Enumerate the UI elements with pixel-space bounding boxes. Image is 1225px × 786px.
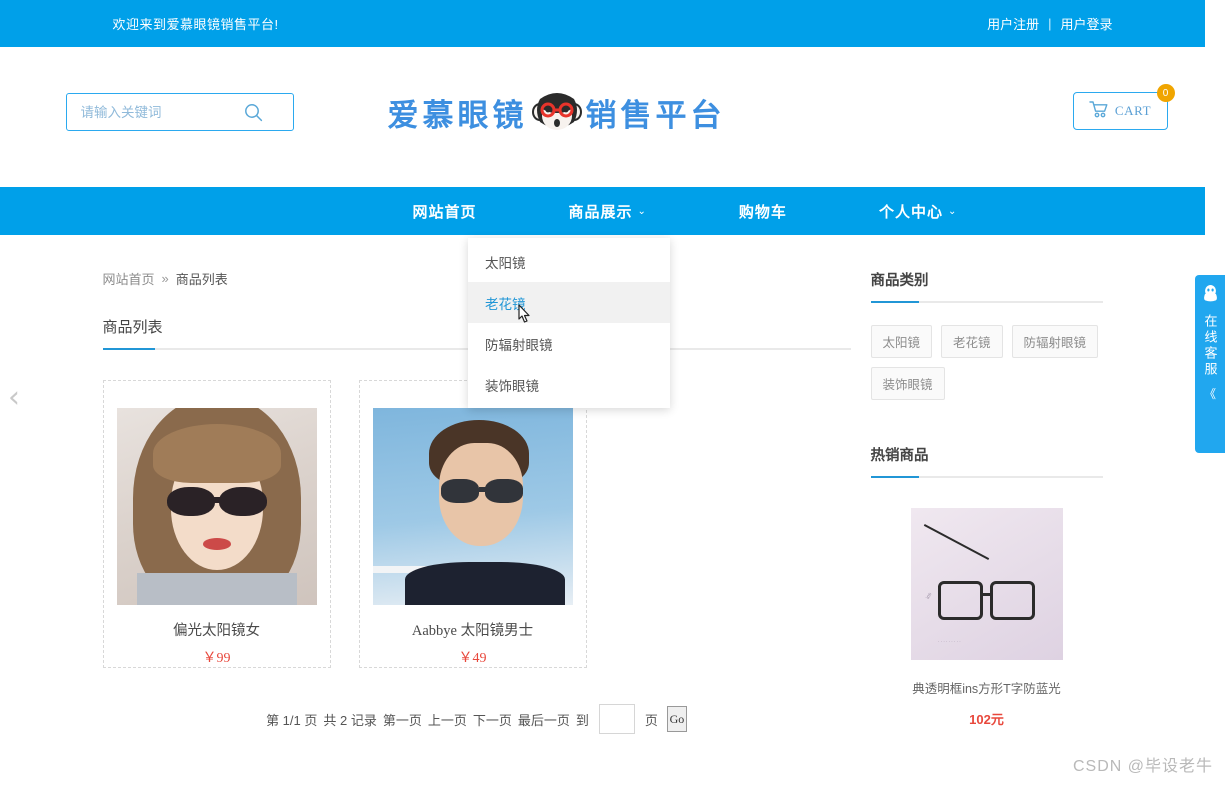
go-button[interactable]: Go	[666, 706, 687, 732]
search-box[interactable]	[65, 93, 294, 131]
site-header: 爱慕眼镜 销售平台	[0, 47, 1225, 187]
category-tag[interactable]: 太阳镜	[870, 325, 933, 358]
watermark: CSDN @毕设老牛	[1072, 758, 1213, 775]
hot-title: 热销商品	[870, 448, 929, 464]
right-sidebar: 商品类别 太阳镜 老花镜 防辐射眼镜 装饰眼镜 热销商品 ins ·······…	[870, 269, 1103, 728]
register-link[interactable]: 用户注册	[987, 14, 1039, 33]
category-tag-list: 太阳镜 老花镜 防辐射眼镜 装饰眼镜	[870, 325, 1103, 400]
first-page-link[interactable]: 第一页	[383, 710, 422, 729]
dropdown-item-label: 防辐射眼镜	[485, 337, 553, 353]
online-service-label: 在线客服	[1202, 314, 1218, 378]
shopping-cart-icon	[1089, 100, 1109, 123]
product-name: 偏光太阳镜女	[173, 623, 260, 639]
prev-page-link[interactable]: 上一页	[428, 710, 467, 729]
hot-product-price: 102元	[969, 712, 1004, 727]
user-links: 用户注册 | 用户登录	[987, 14, 1112, 33]
product-card[interactable]: 偏光太阳镜女 ￥99	[102, 380, 331, 668]
category-tag[interactable]: 老花镜	[941, 325, 1003, 358]
man-sunglasses-photo[interactable]	[372, 408, 573, 605]
next-page-link[interactable]: 下一页	[473, 710, 512, 729]
dropdown-item-reading-glasses[interactable]: 老花镜	[468, 282, 670, 323]
category-section-header: 商品类别	[870, 269, 1103, 303]
site-logo[interactable]: 爱慕眼镜 销售平台	[388, 82, 726, 142]
goto-prefix-label: 到	[575, 712, 589, 728]
hot-product-name: 典透明框ins方形T字防蓝光	[912, 682, 1061, 696]
search-icon[interactable]	[239, 103, 269, 122]
category-title: 商品类别	[870, 273, 929, 289]
pagination: 第 1/1 页 共 2 记录 第一页 上一页 下一页 最后一页 到 页 Go	[103, 704, 851, 734]
product-card[interactable]: Aabbye 太阳镜男士 ￥49	[358, 380, 587, 668]
product-price: ￥49	[458, 651, 487, 666]
welcome-message: 欢迎来到爱慕眼镜销售平台!	[112, 17, 279, 32]
breadcrumb-current: 商品列表	[175, 272, 228, 287]
online-service-widget[interactable]: 在线客服 《	[1195, 275, 1225, 453]
breadcrumb-home[interactable]: 网站首页	[103, 269, 155, 288]
cart-count-badge: 0	[1156, 84, 1175, 102]
nav-item-label: 购物车	[738, 202, 787, 221]
woman-sunglasses-photo[interactable]	[116, 408, 317, 605]
category-tag[interactable]: 防辐射眼镜	[1011, 325, 1099, 358]
goto-page-input[interactable]	[598, 704, 635, 734]
cart-label: CART	[1114, 103, 1152, 118]
nav-item-products[interactable]: 商品展示 ⌄	[569, 201, 647, 222]
dropdown-item-sunglasses[interactable]: 太阳镜	[468, 241, 670, 282]
nav-item-home[interactable]: 网站首页	[413, 201, 477, 222]
product-name: Aabbye 太阳镜男士	[411, 623, 534, 639]
nav-item-label: 个人中心	[878, 202, 943, 221]
qq-penguin-icon	[1202, 284, 1219, 307]
dropdown-item-label: 装饰眼镜	[485, 378, 539, 394]
category-tag[interactable]: 装饰眼镜	[870, 367, 945, 400]
hot-products-block: 热销商品 ins ········· 典透明框ins方形T字防蓝光 102元	[870, 444, 1103, 728]
chevron-down-icon: ⌄	[637, 205, 647, 217]
dropdown-item-anti-radiation[interactable]: 防辐射眼镜	[468, 323, 670, 364]
chevron-down-icon: ⌄	[947, 205, 958, 217]
dropdown-item-label: 老花镜	[485, 296, 526, 312]
goto-suffix-label: 页	[644, 712, 658, 728]
collapse-icon[interactable]: 《	[1204, 385, 1216, 402]
main-navigation: 网站首页 商品展示 ⌄ 购物车 个人中心 ⌄	[0, 187, 1225, 235]
page-title: 商品列表	[102, 319, 163, 336]
blue-light-glasses-photo[interactable]: ins ·········	[910, 508, 1063, 660]
products-dropdown-menu: 太阳镜 老花镜 防辐射眼镜 装饰眼镜	[468, 238, 670, 408]
link-separator: |	[1048, 16, 1052, 31]
hot-section-header: 热销商品	[870, 444, 1103, 478]
monkey-with-red-glasses-icon	[531, 90, 583, 134]
search-input[interactable]	[66, 104, 239, 120]
page-info: 第 1/1 页	[266, 712, 318, 728]
logo-text-right: 销售平台	[585, 97, 726, 134]
dropdown-item-decorative[interactable]: 装饰眼镜	[468, 364, 670, 405]
product-price: ￥99	[202, 651, 231, 666]
login-link[interactable]: 用户登录	[1060, 14, 1112, 33]
breadcrumb-separator: »	[161, 271, 169, 286]
nav-item-cart[interactable]: 购物车	[739, 201, 787, 222]
cart-button[interactable]: CART 0	[1072, 84, 1175, 130]
page-root: 欢迎来到爱慕眼镜销售平台! 用户注册 | 用户登录 爱慕眼镜	[0, 0, 1225, 786]
nav-item-label: 商品展示	[568, 202, 633, 221]
dropdown-item-label: 太阳镜	[485, 255, 526, 271]
record-info: 共 2 记录	[323, 712, 377, 728]
logo-text-left: 爱慕眼镜	[387, 97, 528, 134]
nav-item-user-center[interactable]: 个人中心 ⌄	[879, 201, 957, 222]
nav-item-label: 网站首页	[412, 202, 477, 221]
top-announcement-bar: 欢迎来到爱慕眼镜销售平台! 用户注册 | 用户登录	[0, 0, 1225, 47]
hot-product-item[interactable]: ins ········· 典透明框ins方形T字防蓝光 102元	[871, 508, 1103, 728]
chevron-left-icon[interactable]: ‹	[8, 380, 20, 415]
last-page-link[interactable]: 最后一页	[518, 710, 570, 729]
